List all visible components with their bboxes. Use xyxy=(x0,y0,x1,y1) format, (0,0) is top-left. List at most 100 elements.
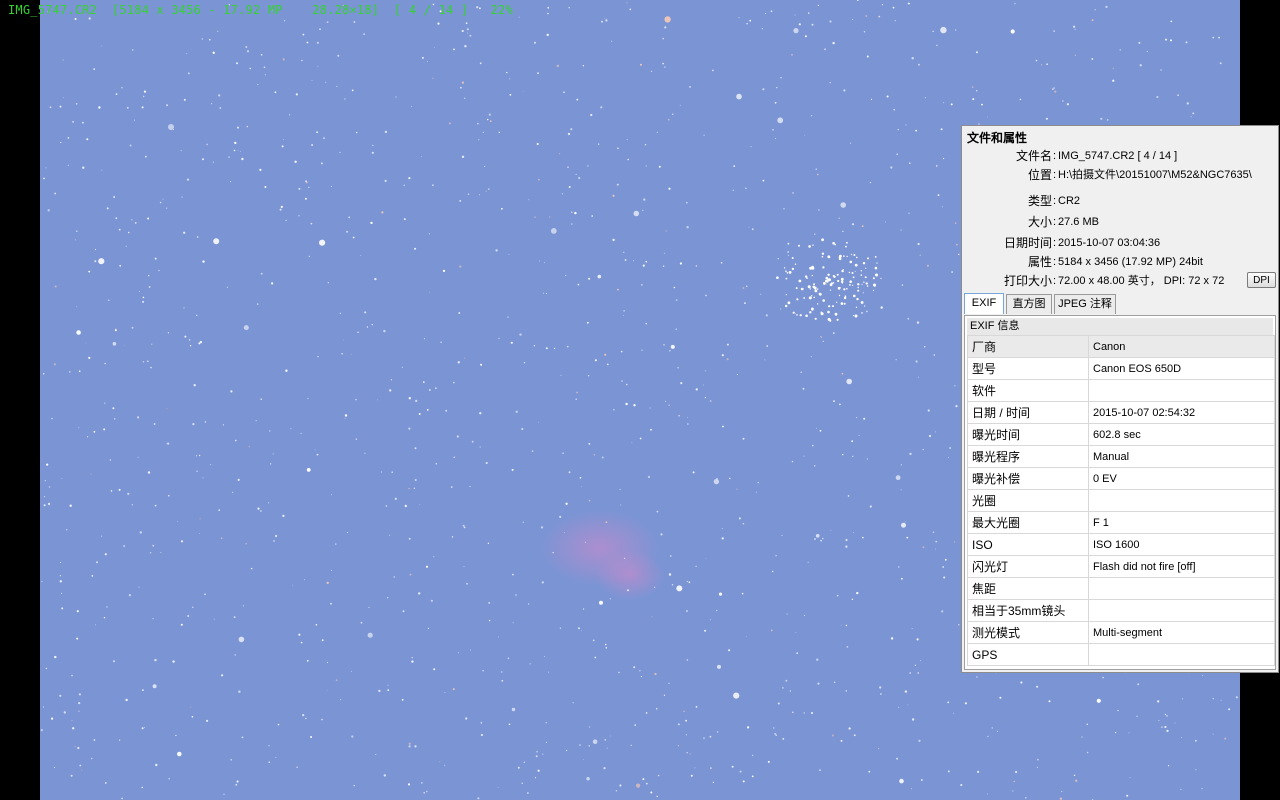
table-row[interactable]: 软件 xyxy=(967,379,1275,402)
prop-colon: : xyxy=(1053,195,1057,207)
star xyxy=(746,23,748,25)
table-row[interactable]: 测光模式 Multi-segment xyxy=(967,621,1275,644)
star xyxy=(54,285,57,288)
tab-histogram[interactable]: 直方图 xyxy=(1006,294,1052,314)
star xyxy=(686,202,688,204)
cluster-star xyxy=(864,305,866,307)
star xyxy=(298,633,301,636)
star xyxy=(213,238,220,245)
star xyxy=(852,532,854,533)
table-row[interactable]: 曝光程序 Manual xyxy=(967,445,1275,468)
star xyxy=(237,149,239,151)
cluster-star xyxy=(866,285,869,287)
star xyxy=(687,423,689,425)
star xyxy=(508,254,510,255)
star xyxy=(831,734,834,737)
table-row[interactable]: 最大光圈 F 1 xyxy=(967,511,1275,534)
star xyxy=(199,340,203,344)
star xyxy=(599,600,603,605)
star xyxy=(327,690,329,692)
star xyxy=(915,360,918,363)
star xyxy=(868,770,871,773)
star xyxy=(755,491,757,493)
exif-value: 2015-10-07 02:54:32 xyxy=(1088,401,1275,424)
star xyxy=(566,345,569,348)
table-row[interactable]: 光圈 xyxy=(967,489,1275,512)
star xyxy=(51,417,53,420)
star xyxy=(1107,119,1109,121)
cluster-star xyxy=(785,294,787,296)
star xyxy=(851,598,854,600)
star xyxy=(565,275,567,276)
star xyxy=(916,638,919,641)
cluster-star xyxy=(834,312,838,316)
cluster-star xyxy=(836,318,839,321)
star xyxy=(242,605,244,607)
star xyxy=(196,470,198,472)
star xyxy=(820,335,822,338)
star xyxy=(71,720,73,722)
star xyxy=(1081,736,1083,738)
star xyxy=(1112,67,1114,69)
star xyxy=(620,350,623,353)
star xyxy=(223,793,225,795)
star xyxy=(617,288,619,291)
table-row[interactable]: 闪光灯 Flash did not fire [off] xyxy=(967,555,1275,578)
star xyxy=(302,33,305,36)
prop-label: 属性 xyxy=(1027,255,1052,269)
prop-value[interactable]: H:\拍摄文件\20151007\M52&NGC7635\ xyxy=(1058,166,1252,184)
star xyxy=(919,660,921,662)
star xyxy=(610,735,611,737)
star xyxy=(76,230,78,232)
prop-colon: : xyxy=(1053,256,1057,268)
table-row[interactable]: 型号 Canon EOS 650D xyxy=(967,357,1275,380)
star xyxy=(920,779,923,781)
star xyxy=(48,486,51,488)
star xyxy=(408,742,411,745)
tab-exif[interactable]: EXIF xyxy=(964,293,1004,314)
dpi-button[interactable]: DPI xyxy=(1247,272,1276,288)
star xyxy=(937,194,940,197)
table-row[interactable]: ISO ISO 1600 xyxy=(967,533,1275,556)
star xyxy=(419,504,421,505)
table-row[interactable]: 厂商 Canon xyxy=(967,335,1275,358)
star xyxy=(793,28,799,34)
star xyxy=(162,198,164,200)
star xyxy=(745,187,747,190)
star xyxy=(567,166,569,168)
star xyxy=(677,745,680,747)
table-row[interactable]: 日期 / 时间 2015-10-07 02:54:32 xyxy=(967,401,1275,424)
star xyxy=(731,765,734,768)
star xyxy=(686,610,688,612)
star xyxy=(344,98,346,100)
table-row[interactable]: 相当于35mm镜头 xyxy=(967,599,1275,622)
table-row[interactable]: 曝光补偿 0 EV xyxy=(967,467,1275,490)
star xyxy=(96,561,98,564)
table-row[interactable]: 焦距 xyxy=(967,577,1275,600)
star xyxy=(294,160,297,163)
star xyxy=(360,255,362,256)
star xyxy=(414,479,417,481)
cluster-star xyxy=(844,295,847,298)
star xyxy=(1212,36,1215,39)
star xyxy=(726,358,729,361)
star xyxy=(177,751,182,757)
star xyxy=(774,101,777,104)
star xyxy=(762,179,765,182)
cluster-star xyxy=(822,266,825,269)
star xyxy=(618,671,620,674)
star xyxy=(616,183,619,186)
star xyxy=(63,711,66,714)
table-row[interactable]: 曝光时间 602.8 sec xyxy=(967,423,1275,446)
star xyxy=(326,581,329,585)
star xyxy=(71,674,73,677)
star xyxy=(279,208,282,211)
tab-jpeg-comment[interactable]: JPEG 注释 xyxy=(1054,294,1116,314)
star xyxy=(340,699,342,701)
star xyxy=(407,783,411,786)
star xyxy=(259,168,262,171)
star xyxy=(143,90,147,93)
table-row[interactable]: GPS xyxy=(967,643,1275,666)
star xyxy=(93,430,96,433)
star xyxy=(606,363,609,366)
